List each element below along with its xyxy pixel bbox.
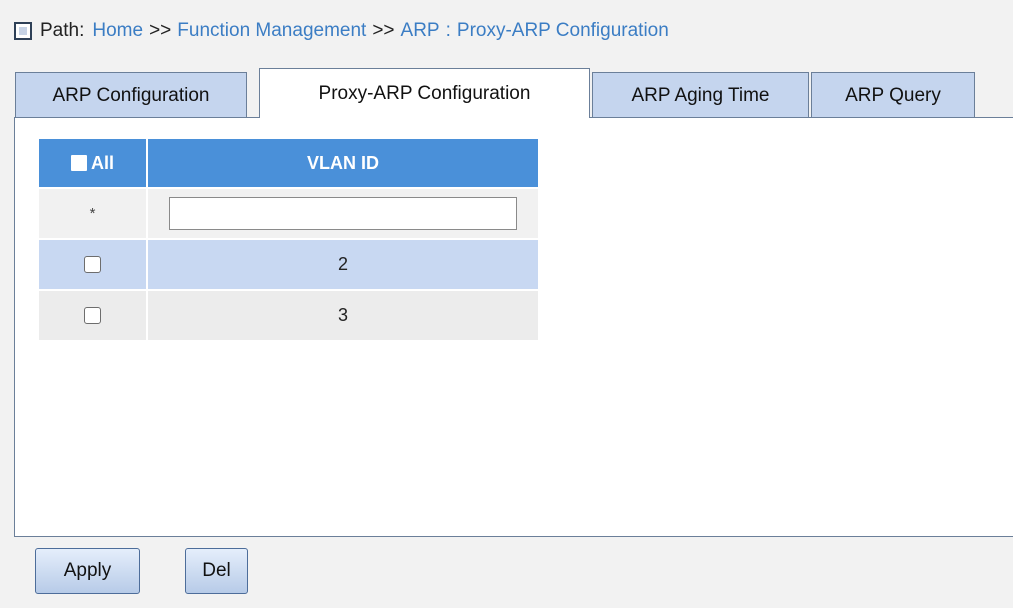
vlan-id-value: 2 <box>337 254 348 274</box>
breadcrumb-function-management-link[interactable]: Function Management <box>177 20 366 42</box>
table-row: 2 <box>39 240 538 291</box>
content-panel: All VLAN ID * 2 3 <box>14 118 1013 537</box>
breadcrumb-current-page[interactable]: Proxy-ARP Configuration <box>457 20 669 42</box>
vlan-table: All VLAN ID * 2 3 <box>39 139 538 342</box>
select-all-checkbox[interactable] <box>70 155 87 171</box>
tab-proxy-arp-configuration[interactable]: Proxy-ARP Configuration <box>259 68 590 118</box>
table-filter-row: * <box>39 189 538 240</box>
select-all-cell: All <box>39 139 146 187</box>
row-checkbox[interactable] <box>84 307 101 324</box>
row-select-cell <box>39 291 146 340</box>
table-row: 3 <box>39 291 538 342</box>
tab-arp-query[interactable]: ARP Query <box>811 72 975 118</box>
select-all-label: All <box>90 152 114 173</box>
breadcrumb: Path: Home >> Function Management >> ARP… <box>14 14 669 48</box>
breadcrumb-separator: >> <box>372 20 395 41</box>
row-checkbox[interactable] <box>84 256 101 273</box>
vlan-id-cell: 3 <box>146 291 538 340</box>
vlan-id-cell: 2 <box>146 240 538 289</box>
vlan-id-value: 3 <box>337 305 348 325</box>
breadcrumb-arp-link[interactable]: ARP <box>401 20 440 42</box>
vlan-id-column-header: VLAN ID <box>146 139 538 187</box>
tab-bar: ARP Configuration Proxy-ARP Configuratio… <box>14 68 1013 118</box>
breadcrumb-separator: : <box>445 20 451 41</box>
filter-marker: * <box>89 205 96 222</box>
row-select-cell <box>39 240 146 289</box>
tab-arp-aging-time[interactable]: ARP Aging Time <box>592 72 809 118</box>
breadcrumb-home-link[interactable]: Home <box>92 20 143 42</box>
square-bullet-icon <box>14 22 32 40</box>
breadcrumb-separator: >> <box>149 20 172 41</box>
tab-arp-configuration[interactable]: ARP Configuration <box>15 72 247 118</box>
filter-cell <box>146 189 538 238</box>
vlan-id-input[interactable] <box>169 197 517 230</box>
breadcrumb-label: Path: <box>40 20 85 41</box>
delete-button[interactable]: Del <box>185 548 248 594</box>
apply-button[interactable]: Apply <box>35 548 140 594</box>
table-header-row: All VLAN ID <box>39 139 538 189</box>
